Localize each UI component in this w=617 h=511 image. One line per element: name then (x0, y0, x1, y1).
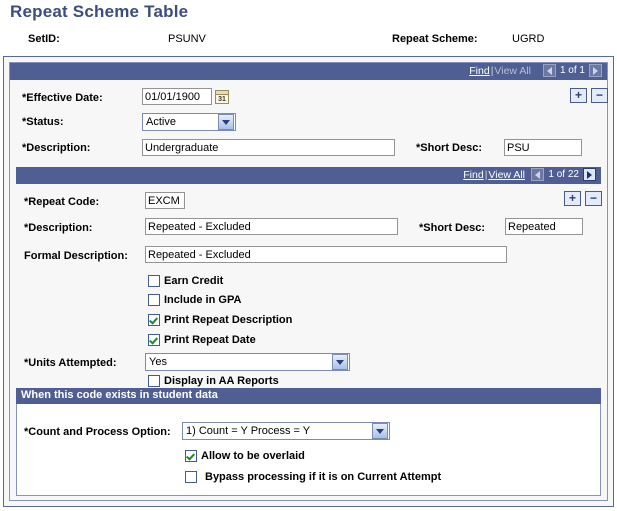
effective-date-label: *Effective Date: (22, 92, 103, 104)
effdt-delete-row-button[interactable]: − (591, 88, 608, 103)
key-fields-row: SetID: PSUNV Repeat Scheme: UGRD (0, 33, 617, 51)
repeat-code-input[interactable] (145, 192, 185, 209)
include-in-gpa-checkbox[interactable] (148, 294, 160, 306)
repeat-code-description-label: *Description: (24, 222, 93, 234)
repeatcode-previous-row-button[interactable] (531, 168, 545, 181)
display-in-aa-reports-checkbox-row[interactable]: Display in AA Reports (148, 375, 279, 387)
units-attempted-select-value: Yes (149, 356, 167, 368)
formal-description-input[interactable] (145, 246, 507, 263)
chevron-down-icon (372, 423, 388, 439)
effdt-scroll-navbar: Find|View All 1 of 1 (10, 63, 607, 80)
repeatcode-view-all-link[interactable]: View All (488, 169, 525, 181)
display-in-aa-reports-checkbox[interactable] (148, 375, 160, 387)
calendar-icon-day: 31 (218, 96, 226, 103)
print-repeat-description-label: Print Repeat Description (164, 314, 293, 326)
print-repeat-date-checkbox-row[interactable]: Print Repeat Date (148, 334, 256, 346)
repeatcode-add-row-button[interactable]: + (564, 191, 581, 206)
repeat-scheme-value: UGRD (512, 33, 545, 45)
earn-credit-checkbox[interactable] (148, 275, 160, 287)
count-and-process-option-value: 1) Count = Y Process = Y (186, 425, 311, 437)
earn-credit-checkbox-row[interactable]: Earn Credit (148, 275, 223, 287)
repeat-code-short-desc-label: *Short Desc: (419, 222, 486, 234)
status-select-value: Active (146, 116, 176, 128)
count-and-process-option-label: *Count and Process Option: (24, 426, 171, 438)
repeatcode-delete-row-button[interactable]: − (585, 191, 602, 206)
effective-date-input[interactable] (142, 88, 212, 105)
description-input[interactable] (142, 139, 395, 156)
effdt-next-row-button[interactable] (589, 64, 602, 77)
bypass-processing-label: Bypass processing if it is on Current At… (205, 471, 442, 483)
setid-label: SetID: (28, 33, 60, 45)
print-repeat-description-checkbox-row[interactable]: Print Repeat Description (148, 314, 292, 326)
earn-credit-label: Earn Credit (164, 275, 224, 287)
bypass-processing-checkbox[interactable] (185, 471, 197, 483)
repeatcode-nav-links: Find|View All (463, 169, 525, 181)
effdt-add-row-button[interactable]: + (570, 88, 587, 103)
print-repeat-description-checkbox[interactable] (148, 314, 160, 326)
effdt-find-link[interactable]: Find (469, 65, 489, 77)
repeatcode-find-link[interactable]: Find (463, 169, 483, 181)
display-in-aa-reports-label: Display in AA Reports (164, 375, 279, 387)
print-repeat-date-label: Print Repeat Date (164, 334, 256, 346)
allow-to-be-overlaid-checkbox[interactable] (185, 450, 197, 462)
allow-to-be-overlaid-checkbox-row[interactable]: Allow to be overlaid (185, 450, 305, 462)
allow-to-be-overlaid-label: Allow to be overlaid (201, 450, 305, 462)
repeat-code-label: *Repeat Code: (24, 196, 100, 208)
short-desc-label: *Short Desc: (416, 142, 483, 154)
effdt-nav-links: Find|View All (469, 65, 531, 77)
effdt-row-action-buttons: + − (570, 88, 608, 103)
repeatcode-nav-counter: 1 of 22 (531, 168, 596, 181)
student-data-group-header: When this code exists in student data (16, 388, 601, 404)
page-title: Repeat Scheme Table (10, 2, 189, 21)
include-in-gpa-checkbox-row[interactable]: Include in GPA (148, 294, 241, 306)
status-select[interactable]: Active (142, 113, 236, 131)
effdt-previous-row-button[interactable] (542, 64, 556, 77)
repeatcode-row-counter: 1 of 22 (548, 169, 579, 180)
formal-description-label: Formal Description: (24, 250, 128, 262)
description-label: *Description: (22, 142, 91, 154)
units-attempted-label: *Units Attempted: (24, 357, 117, 369)
calendar-icon[interactable]: 31 (215, 90, 229, 104)
status-label: *Status: (22, 116, 64, 128)
repeat-code-description-input[interactable] (145, 218, 398, 235)
repeatcode-scroll-navbar: Find|View All 1 of 22 (16, 167, 601, 184)
bypass-processing-checkbox-row[interactable]: Bypass processing if it is on Current At… (185, 471, 441, 483)
effdt-nav-counter: 1 of 1 (542, 64, 602, 77)
effdt-row-counter: 1 of 1 (559, 65, 585, 76)
student-data-group-header-label: When this code exists in student data (21, 389, 218, 401)
print-repeat-date-checkbox[interactable] (148, 334, 160, 346)
effdt-view-all-link[interactable]: View All (494, 65, 531, 77)
setid-value: PSUNV (168, 33, 206, 45)
units-attempted-select[interactable]: Yes (145, 353, 350, 371)
repeat-code-short-desc-input[interactable] (505, 218, 583, 235)
repeat-scheme-label: Repeat Scheme: (392, 33, 478, 45)
short-desc-input[interactable] (504, 139, 582, 156)
include-in-gpa-label: Include in GPA (164, 294, 242, 306)
chevron-down-icon (218, 114, 234, 130)
repeatcode-row-action-buttons: + − (564, 191, 602, 206)
count-and-process-option-select[interactable]: 1) Count = Y Process = Y (182, 422, 390, 440)
repeatcode-next-row-button[interactable] (583, 168, 596, 181)
chevron-down-icon (332, 354, 348, 370)
